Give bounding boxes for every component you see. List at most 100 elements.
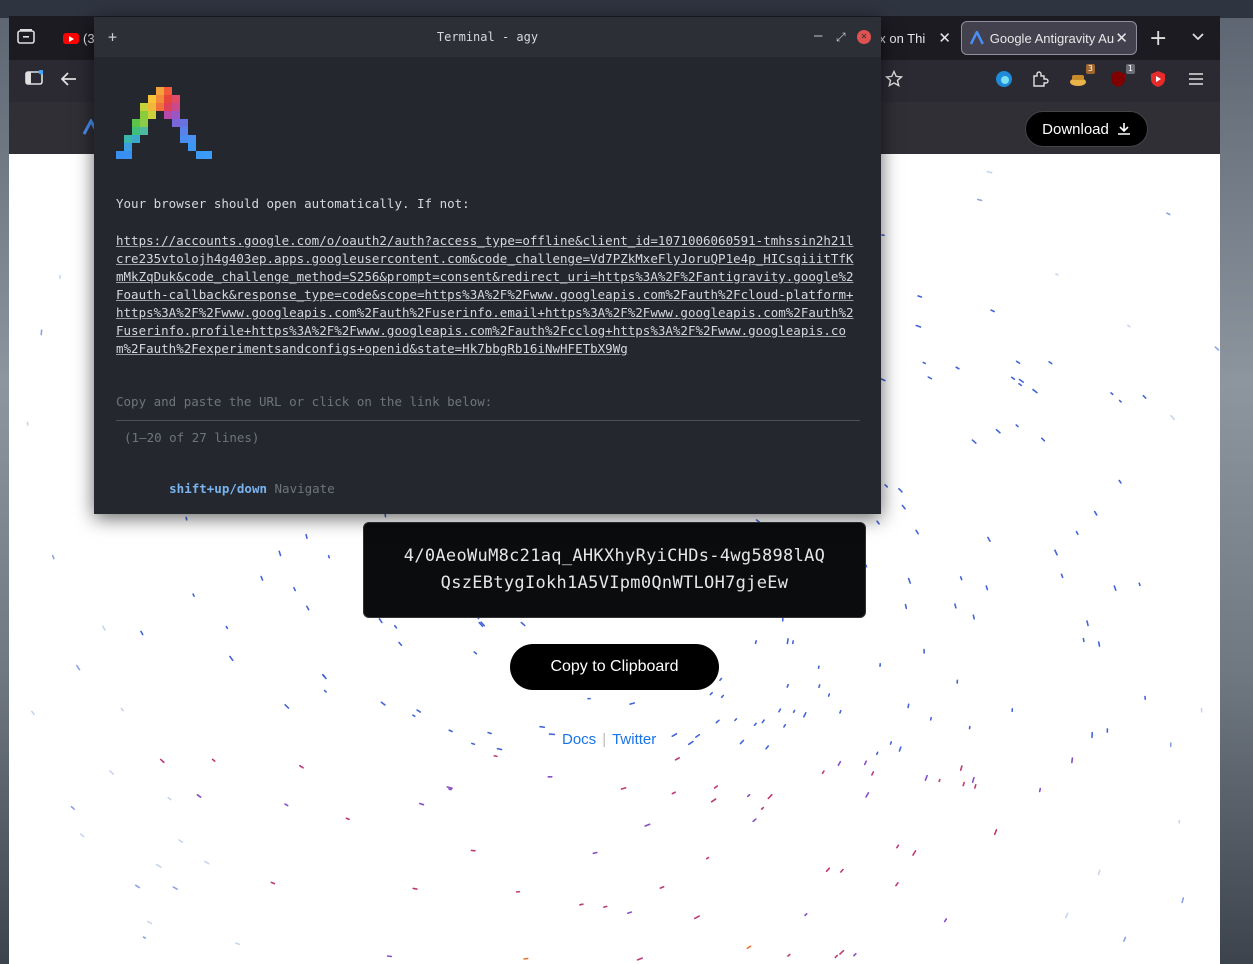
logo-pixel xyxy=(140,111,148,119)
particle xyxy=(987,536,991,542)
logo-pixel xyxy=(140,103,148,111)
particle xyxy=(293,586,297,592)
sidebar-icon[interactable] xyxy=(23,69,45,92)
close-icon[interactable]: ✕ xyxy=(938,29,951,47)
particle xyxy=(147,920,153,925)
particle xyxy=(102,625,106,631)
particle xyxy=(986,170,993,174)
particle xyxy=(853,952,857,957)
maximize-icon[interactable]: ⤢ xyxy=(836,17,846,57)
particle xyxy=(284,704,290,709)
ublock-icon[interactable]: 1 xyxy=(1107,64,1135,92)
particle xyxy=(938,778,941,783)
particle xyxy=(178,839,184,843)
particle xyxy=(907,703,910,709)
particle xyxy=(579,903,584,906)
particle xyxy=(448,788,452,791)
particle xyxy=(1093,510,1098,516)
particle xyxy=(278,550,282,557)
logo-pixel xyxy=(156,87,164,95)
close-icon[interactable]: ✕ xyxy=(1115,29,1128,47)
particle xyxy=(603,905,608,908)
particle xyxy=(284,803,289,807)
particle xyxy=(1086,620,1089,627)
particle xyxy=(884,484,889,488)
particle xyxy=(446,786,453,790)
particle xyxy=(803,712,807,718)
chevron-down-icon[interactable] xyxy=(1191,30,1205,46)
link-separator: | xyxy=(602,731,607,748)
extensions-puzzle-icon[interactable] xyxy=(1029,70,1051,92)
particle xyxy=(865,792,870,798)
docs-link[interactable]: Docs xyxy=(562,731,596,748)
minimize-icon[interactable]: – xyxy=(814,17,822,55)
particle xyxy=(871,771,875,776)
nav-keys: shift+up/down xyxy=(169,481,267,496)
particle xyxy=(30,710,35,716)
tab-antigravity[interactable]: Google Antigravity Au ✕ xyxy=(961,21,1137,55)
particle xyxy=(299,764,304,769)
particle xyxy=(922,361,927,365)
particle xyxy=(880,378,886,382)
new-tab-icon[interactable]: + xyxy=(108,17,117,57)
particle xyxy=(739,739,745,745)
particle xyxy=(765,745,770,750)
new-tab-button[interactable]: + xyxy=(1149,26,1167,51)
particle xyxy=(473,651,478,655)
particle xyxy=(185,516,188,521)
particle xyxy=(1038,787,1042,793)
youtube-icon xyxy=(63,32,79,44)
particle xyxy=(487,731,492,735)
nav-label: Navigate xyxy=(274,481,335,496)
particle xyxy=(1060,573,1064,579)
tab-list-icon[interactable] xyxy=(17,28,41,50)
particle xyxy=(754,640,758,645)
particle xyxy=(345,817,350,821)
menu-icon[interactable] xyxy=(1185,70,1207,92)
particle xyxy=(204,860,210,865)
logo-pixel xyxy=(172,103,180,111)
download-button[interactable]: Download xyxy=(1025,111,1148,147)
oauth-url-link[interactable]: https://accounts.google.com/o/oauth2/aut… xyxy=(116,232,860,358)
particle xyxy=(448,729,453,733)
particle xyxy=(1142,394,1147,399)
particle xyxy=(1018,382,1023,387)
particle xyxy=(493,754,498,758)
particle xyxy=(746,945,752,950)
particle xyxy=(520,621,526,627)
extension-food-icon[interactable]: 3 xyxy=(1067,64,1095,92)
edge-extension-icon[interactable] xyxy=(993,70,1015,92)
youtube-shield-icon[interactable] xyxy=(1147,70,1169,92)
navigation-hint: shift+up/down Navigate xyxy=(124,466,335,511)
particle xyxy=(705,856,710,860)
particle xyxy=(1064,912,1069,919)
particle xyxy=(959,576,963,581)
particle xyxy=(778,708,782,713)
particle xyxy=(70,805,76,810)
particle xyxy=(695,733,701,738)
back-icon[interactable] xyxy=(58,70,80,92)
particle xyxy=(159,758,165,764)
particle xyxy=(1118,399,1122,403)
copy-to-clipboard-button[interactable]: Copy to Clipboard xyxy=(510,644,719,690)
particle xyxy=(840,868,844,873)
particle xyxy=(1015,424,1019,428)
particle xyxy=(760,806,765,810)
particle xyxy=(839,709,842,714)
logo-pixel xyxy=(124,135,132,143)
particle xyxy=(380,701,386,706)
particle xyxy=(378,618,383,624)
logo-pixel xyxy=(164,87,172,95)
particle xyxy=(1018,378,1024,383)
particle xyxy=(752,818,757,823)
close-icon[interactable]: ✕ xyxy=(857,30,871,44)
terminal-line: Copy and paste the URL or click on the l… xyxy=(116,394,493,409)
particle xyxy=(993,828,998,836)
bookmark-star-icon[interactable] xyxy=(883,69,905,92)
particle xyxy=(418,802,425,806)
particle xyxy=(786,683,789,688)
twitter-link[interactable]: Twitter xyxy=(612,731,656,748)
particle xyxy=(917,295,923,298)
particle xyxy=(229,655,234,662)
auth-code-box[interactable]: 4/0AeoWuM8c21aq_AHKXhyRyiCHDs-4wg5898lAQ… xyxy=(363,522,866,618)
